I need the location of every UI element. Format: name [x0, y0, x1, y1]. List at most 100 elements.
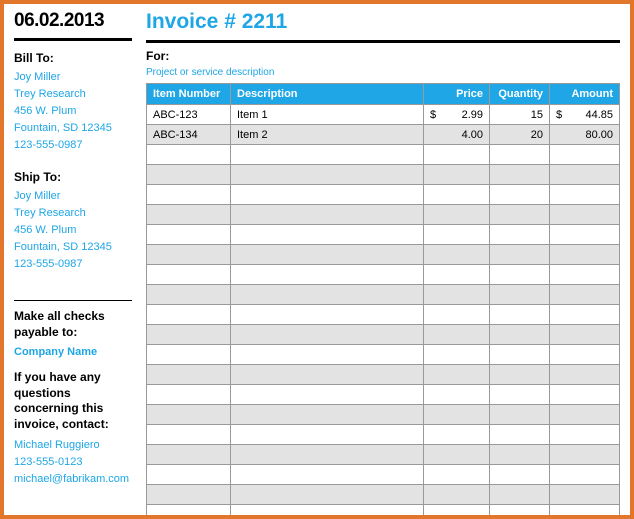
cell-empty — [147, 325, 231, 345]
cell-empty — [424, 205, 490, 225]
table-row-empty — [147, 505, 620, 519]
table-row-empty — [147, 465, 620, 485]
table-row-empty — [147, 185, 620, 205]
ship-to-street: 456 W. Plum — [14, 224, 132, 236]
invoice-date: 06.02.2013 — [14, 10, 132, 32]
cell-empty — [424, 325, 490, 345]
table-row-empty — [147, 325, 620, 345]
cell-price: $2.99 — [424, 105, 490, 125]
cell-empty — [231, 405, 424, 425]
table-row-empty — [147, 425, 620, 445]
cell-empty — [147, 365, 231, 385]
table-row-empty — [147, 345, 620, 365]
ship-to-city: Fountain, SD 12345 — [14, 241, 132, 253]
bill-to-name: Joy Miller — [14, 71, 132, 83]
cell-empty — [424, 265, 490, 285]
cell-empty — [490, 405, 550, 425]
col-item-number: Item Number — [147, 84, 231, 105]
cell-empty — [147, 305, 231, 325]
cell-empty — [490, 285, 550, 305]
cell-empty — [490, 145, 550, 165]
cell-empty — [147, 225, 231, 245]
cell-empty — [231, 165, 424, 185]
cell-empty — [231, 365, 424, 385]
bill-to-city: Fountain, SD 12345 — [14, 122, 132, 134]
cell-quantity: 20 — [490, 125, 550, 145]
cell-empty — [550, 165, 620, 185]
cell-empty — [550, 405, 620, 425]
cell-empty — [490, 345, 550, 365]
ship-to-name: Joy Miller — [14, 190, 132, 202]
cell-item-number: ABC-134 — [147, 125, 231, 145]
cell-empty — [490, 305, 550, 325]
cell-empty — [550, 285, 620, 305]
cell-empty — [490, 185, 550, 205]
cell-empty — [424, 345, 490, 365]
col-quantity: Quantity — [490, 84, 550, 105]
cell-empty — [550, 345, 620, 365]
cell-empty — [424, 405, 490, 425]
table-row-empty — [147, 165, 620, 185]
table-row-empty — [147, 205, 620, 225]
ship-to-heading: Ship To: — [14, 170, 132, 184]
col-amount: Amount — [550, 84, 620, 105]
contact-heading: If you have any questions concerning thi… — [14, 370, 132, 432]
cell-empty — [490, 465, 550, 485]
cell-empty — [550, 365, 620, 385]
cell-empty — [231, 485, 424, 505]
cell-empty — [490, 325, 550, 345]
cell-empty — [490, 445, 550, 465]
table-row-empty — [147, 485, 620, 505]
table-row-empty — [147, 245, 620, 265]
cell-empty — [147, 385, 231, 405]
invoice-page: 06.02.2013 Bill To: Joy Miller Trey Rese… — [0, 0, 634, 519]
cell-empty — [550, 245, 620, 265]
cell-empty — [490, 265, 550, 285]
cell-item-number: ABC-123 — [147, 105, 231, 125]
contact-email: michael@fabrikam.com — [14, 473, 132, 485]
cell-empty — [231, 205, 424, 225]
cell-empty — [424, 385, 490, 405]
cell-empty — [147, 505, 231, 519]
cell-empty — [424, 165, 490, 185]
cell-description: Item 1 — [231, 105, 424, 125]
cell-empty — [231, 505, 424, 519]
table-row-empty — [147, 145, 620, 165]
cell-empty — [424, 505, 490, 519]
bill-to-heading: Bill To: — [14, 51, 132, 65]
cell-empty — [147, 465, 231, 485]
cell-description: Item 2 — [231, 125, 424, 145]
cell-empty — [231, 265, 424, 285]
cell-empty — [231, 465, 424, 485]
bill-to-street: 456 W. Plum — [14, 105, 132, 117]
cell-empty — [490, 485, 550, 505]
cell-empty — [550, 445, 620, 465]
cell-empty — [490, 165, 550, 185]
cell-empty — [550, 425, 620, 445]
table-row-empty — [147, 265, 620, 285]
cell-empty — [231, 425, 424, 445]
table-row-empty — [147, 305, 620, 325]
cell-empty — [147, 485, 231, 505]
payable-heading: Make all checks payable to: — [14, 309, 132, 340]
cell-empty — [231, 385, 424, 405]
table-row-empty — [147, 225, 620, 245]
cell-empty — [231, 245, 424, 265]
bill-to-company: Trey Research — [14, 88, 132, 100]
cell-empty — [550, 145, 620, 165]
table-row-empty — [147, 285, 620, 305]
items-table: Item Number Description Price Quantity A… — [146, 83, 620, 519]
cell-quantity: 15 — [490, 105, 550, 125]
divider — [146, 40, 620, 43]
cell-empty — [147, 425, 231, 445]
cell-price: 4.00 — [424, 125, 490, 145]
col-price: Price — [424, 84, 490, 105]
col-description: Description — [231, 84, 424, 105]
cell-empty — [550, 465, 620, 485]
contact-name: Michael Ruggiero — [14, 439, 132, 451]
contact-phone: 123-555-0123 — [14, 456, 132, 468]
cell-empty — [550, 325, 620, 345]
divider — [14, 38, 132, 41]
cell-empty — [231, 185, 424, 205]
cell-empty — [490, 425, 550, 445]
